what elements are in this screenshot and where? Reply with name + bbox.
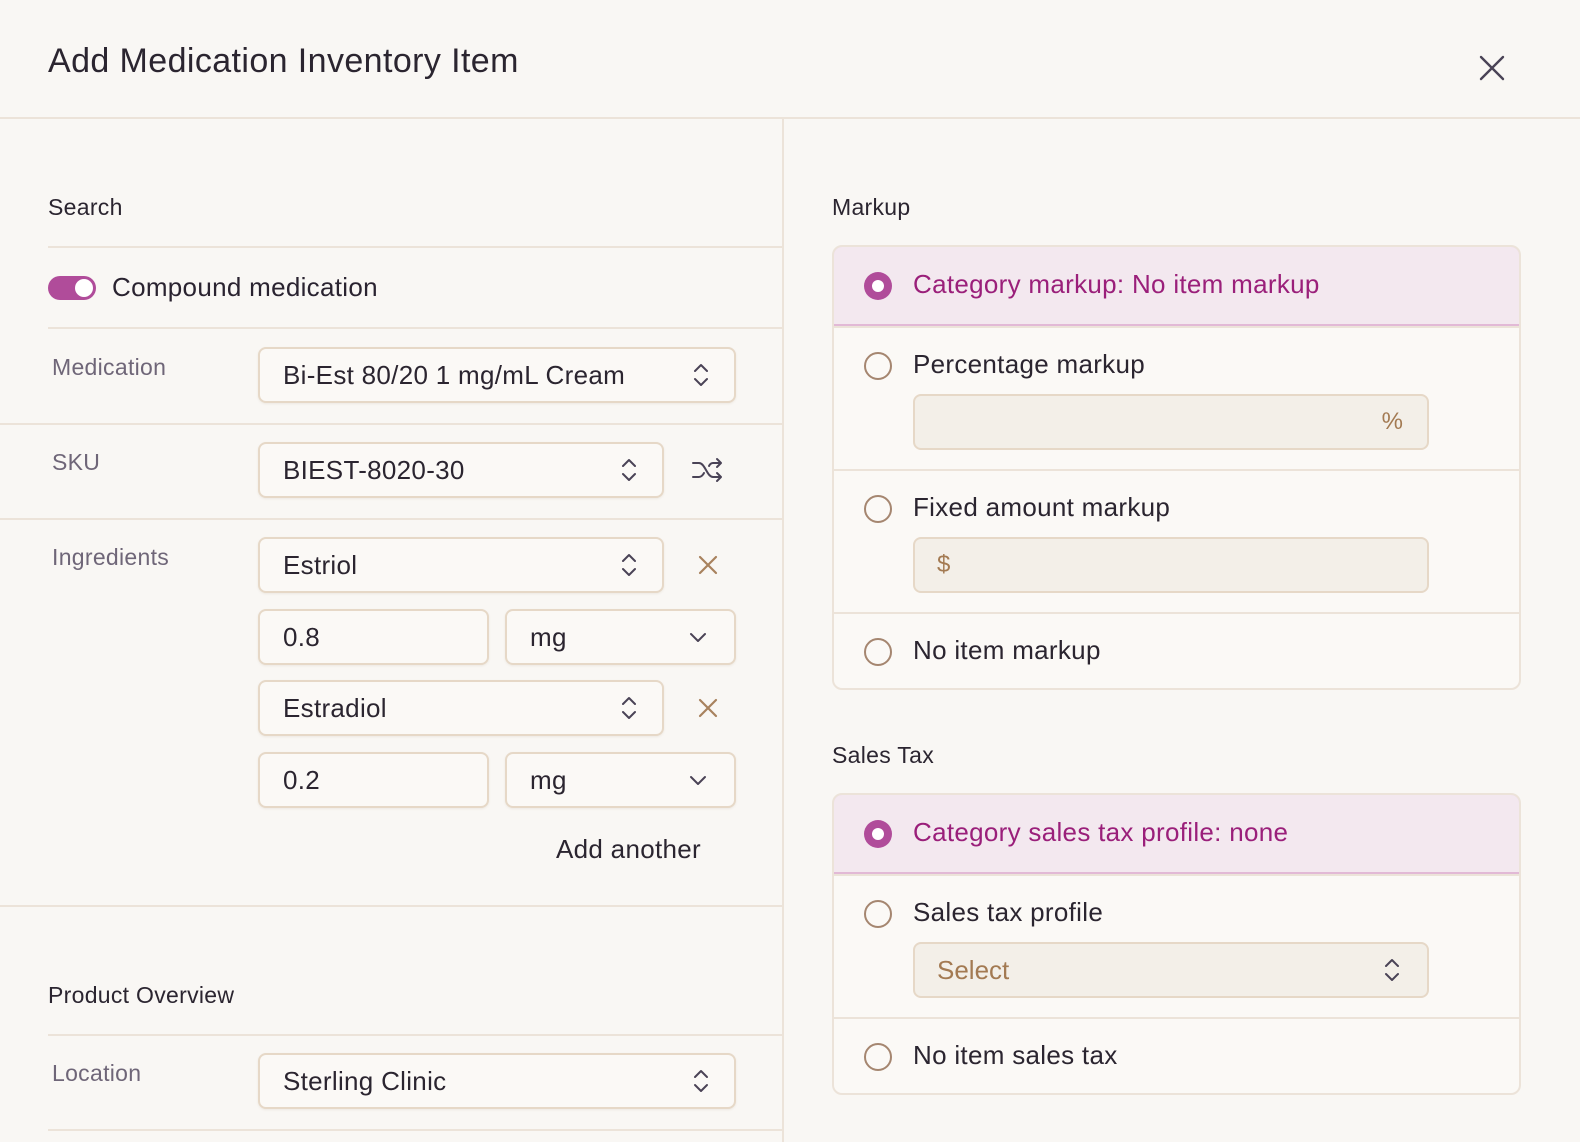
dollar-prefix: $ xyxy=(937,551,951,578)
sku-label: SKU xyxy=(52,449,101,475)
updown-chevron-icon xyxy=(622,697,636,719)
medication-select[interactable]: Bi-Est 80/20 1 mg/mL Cream xyxy=(258,347,736,403)
location-value: Sterling Clinic xyxy=(283,1065,447,1096)
updown-chevron-icon xyxy=(1385,959,1399,981)
updown-chevron-icon xyxy=(694,1070,708,1092)
medication-value: Bi-Est 80/20 1 mg/mL Cream xyxy=(283,359,626,390)
option-label: Category sales tax profile: none xyxy=(913,817,1289,847)
markup-option-category[interactable]: Category markup: No item markup xyxy=(834,247,1519,326)
radio[interactable] xyxy=(864,1043,892,1071)
divider xyxy=(48,246,782,248)
percentage-markup-input[interactable]: % xyxy=(913,394,1429,450)
dialog-title: Add Medication Inventory Item xyxy=(48,42,519,80)
add-another-ingredient-button[interactable]: Add another xyxy=(556,834,701,865)
sales-tax-options: Category sales tax profile: none Sales t… xyxy=(832,793,1521,1095)
compound-medication-toggle[interactable] xyxy=(48,276,96,300)
ingredient-amount-input[interactable]: 0.8 xyxy=(258,609,489,665)
close-icon xyxy=(1479,55,1505,81)
remove-ingredient-button[interactable] xyxy=(696,553,720,582)
generate-sku-button[interactable] xyxy=(690,454,726,491)
updown-chevron-icon xyxy=(622,554,636,576)
compound-medication-label: Compound medication xyxy=(112,272,378,302)
option-label: No item markup xyxy=(913,635,1101,665)
radio[interactable] xyxy=(864,638,892,666)
ingredients-label: Ingredients xyxy=(52,544,170,570)
radio-selected[interactable] xyxy=(864,272,892,300)
divider xyxy=(0,423,782,425)
divider xyxy=(48,327,782,329)
option-label: Fixed amount markup xyxy=(913,492,1171,522)
column-divider xyxy=(782,119,784,1142)
markup-option-none[interactable]: No item markup xyxy=(834,612,1519,688)
shuffle-icon xyxy=(692,458,722,482)
select-placeholder: Select xyxy=(937,954,1010,985)
chevron-down-icon xyxy=(690,776,706,785)
option-label: Sales tax profile xyxy=(913,897,1104,927)
ingredient-select[interactable]: Estradiol xyxy=(258,680,664,736)
markup-option-percentage[interactable]: Percentage markup % xyxy=(834,326,1519,469)
close-button[interactable] xyxy=(1474,50,1510,86)
toggle-knob xyxy=(75,279,93,297)
sales-tax-option-none[interactable]: No item sales tax xyxy=(834,1017,1519,1093)
percent-suffix: % xyxy=(1381,408,1403,435)
ingredient-unit-select[interactable]: mg xyxy=(505,752,736,808)
location-select[interactable]: Sterling Clinic xyxy=(258,1053,736,1109)
markup-section-title: Markup xyxy=(832,194,911,220)
ingredient-amount: 0.2 xyxy=(283,764,321,795)
radio[interactable] xyxy=(864,352,892,380)
option-label: Percentage markup xyxy=(913,349,1146,379)
markup-option-fixed[interactable]: Fixed amount markup $ xyxy=(834,469,1519,612)
sales-tax-option-profile[interactable]: Sales tax profile Select xyxy=(834,874,1519,1017)
updown-chevron-icon xyxy=(694,364,708,386)
ingredient-select[interactable]: Estriol xyxy=(258,537,664,593)
sales-tax-option-category[interactable]: Category sales tax profile: none xyxy=(834,795,1519,874)
option-label: Category markup: No item markup xyxy=(913,269,1320,299)
close-icon xyxy=(698,555,718,575)
divider xyxy=(0,518,782,520)
medication-label: Medication xyxy=(52,354,167,380)
divider xyxy=(48,1129,782,1131)
divider xyxy=(48,1034,782,1036)
divider xyxy=(0,905,782,907)
remove-ingredient-button[interactable] xyxy=(696,696,720,725)
sales-tax-section-title: Sales Tax xyxy=(832,742,934,768)
ingredient-unit: mg xyxy=(530,621,567,652)
location-label: Location xyxy=(52,1060,142,1086)
updown-chevron-icon xyxy=(622,459,636,481)
ingredient-name: Estradiol xyxy=(283,692,387,723)
option-label: No item sales tax xyxy=(913,1040,1118,1070)
ingredient-amount-input[interactable]: 0.2 xyxy=(258,752,489,808)
ingredient-unit: mg xyxy=(530,764,567,795)
radio[interactable] xyxy=(864,495,892,523)
radio-selected[interactable] xyxy=(864,820,892,848)
dialog-header: Add Medication Inventory Item xyxy=(0,0,1580,119)
radio[interactable] xyxy=(864,900,892,928)
markup-options: Category markup: No item markup Percenta… xyxy=(832,245,1521,690)
sku-select[interactable]: BIEST-8020-30 xyxy=(258,442,664,498)
sales-tax-profile-select[interactable]: Select xyxy=(913,942,1429,998)
fixed-markup-input[interactable]: $ xyxy=(913,537,1429,593)
ingredient-amount: 0.8 xyxy=(283,621,321,652)
chevron-down-icon xyxy=(690,633,706,642)
search-section-title: Search xyxy=(48,194,123,220)
close-icon xyxy=(698,698,718,718)
sku-value: BIEST-8020-30 xyxy=(283,454,465,485)
product-overview-section-title: Product Overview xyxy=(48,982,235,1008)
ingredient-unit-select[interactable]: mg xyxy=(505,609,736,665)
ingredient-name: Estriol xyxy=(283,549,358,580)
